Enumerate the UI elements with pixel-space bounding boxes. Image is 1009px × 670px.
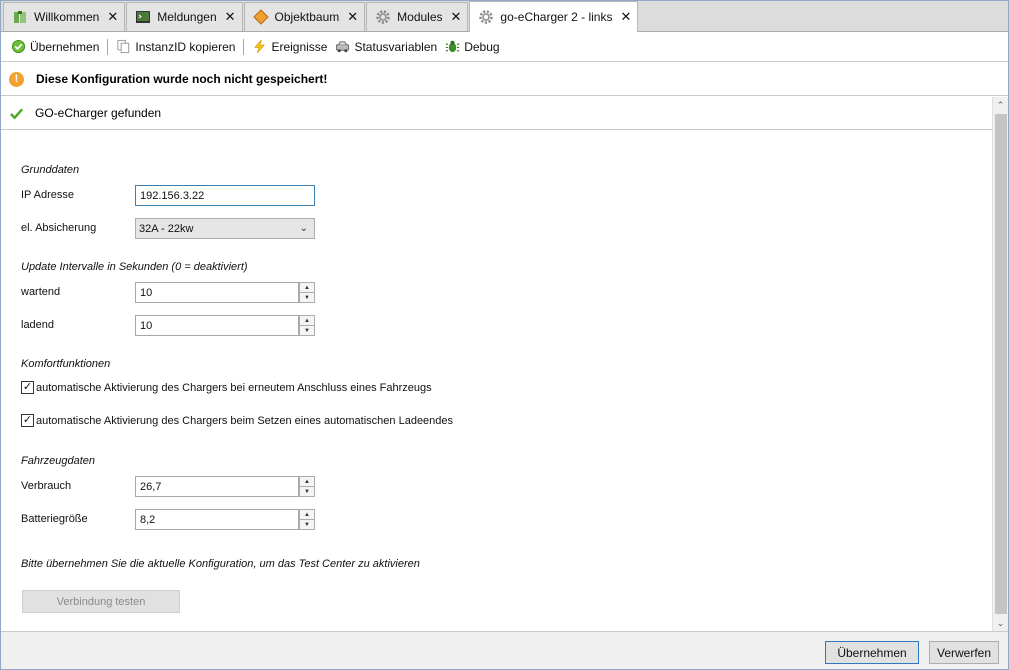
toolbar-divider (243, 38, 245, 55)
debug-button[interactable]: Debug (441, 36, 503, 58)
spin-down-icon[interactable]: ▼ (299, 520, 315, 530)
unsaved-warning-bar: ! Diese Konfiguration wurde noch nicht g… (1, 63, 1008, 96)
tab-objektbaum[interactable]: Objektbaum ✕ (243, 2, 366, 31)
terminal-icon (136, 11, 151, 23)
section-basic-title: Grunddaten (21, 164, 80, 176)
fuse-select-value: 32A - 22kw (139, 222, 194, 235)
gear-icon (376, 10, 390, 24)
tab-label: Objektbaum (274, 10, 340, 24)
configuration-window: Willkommen ✕ Meldungen ✕ Objektbaum ✕ Mo… (0, 0, 1009, 670)
comfort-charge-end-checkbox-row[interactable]: ✓ automatische Aktivierung des Chargers … (21, 414, 453, 427)
consumption-label: Verbrauch (21, 480, 72, 492)
gear-icon (479, 10, 494, 24)
car-icon (336, 41, 350, 53)
close-icon[interactable]: ✕ (347, 9, 358, 25)
charging-interval-label: ladend (21, 319, 55, 331)
events-button[interactable]: Ereignisse (248, 36, 331, 58)
spin-up-icon[interactable]: ▲ (299, 282, 315, 293)
apply-toolbar-button[interactable]: Übernehmen (7, 36, 103, 58)
section-vehicle-title: Fahrzeugdaten (21, 455, 95, 467)
tab-label: Meldungen (157, 10, 217, 24)
fuse-select[interactable]: 32A - 22kw ⌄ (135, 218, 315, 239)
comfort-charge-end-checkbox[interactable]: ✓ (21, 414, 34, 427)
comfort-reconnect-label: automatische Aktivierung des Chargers be… (36, 381, 432, 394)
tab-meldungen[interactable]: Meldungen ✕ (126, 2, 243, 31)
test-connection-button[interactable]: Verbindung testen (22, 590, 180, 613)
waiting-interval-stepper[interactable]: ▲ ▼ (299, 282, 315, 303)
tab-label: Willkommen (34, 10, 100, 24)
dialog-footer: Übernehmen Verwerfen (1, 631, 1008, 669)
charging-interval-stepper[interactable]: ▲ ▼ (299, 315, 315, 336)
device-found-text: GO-eCharger gefunden (35, 106, 162, 120)
debug-label: Debug (464, 39, 500, 54)
close-icon[interactable]: ✕ (225, 9, 236, 25)
scroll-up-icon[interactable]: ⌃ (993, 97, 1008, 113)
consumption-stepper[interactable]: ▲ ▼ (299, 476, 315, 497)
comfort-charge-end-label: automatische Aktivierung des Chargers be… (36, 414, 454, 427)
events-label: Ereignisse (271, 39, 328, 54)
copy-icon (117, 39, 130, 54)
spin-down-icon[interactable]: ▼ (299, 487, 315, 497)
scrollbar-thumb[interactable] (995, 114, 1007, 614)
spin-down-icon[interactable]: ▼ (299, 326, 315, 336)
warning-icon: ! (9, 71, 24, 87)
apply-toolbar-label: Übernehmen (30, 39, 100, 54)
spin-up-icon[interactable]: ▲ (299, 476, 315, 487)
apply-button[interactable]: Übernehmen (825, 641, 919, 664)
spin-down-icon[interactable]: ▼ (299, 293, 315, 303)
waiting-interval-input[interactable] (135, 282, 299, 303)
section-comfort-title: Komfortfunktionen (21, 358, 111, 370)
close-icon[interactable]: ✕ (620, 9, 631, 25)
toolbar: Übernehmen InstanzID kopieren Ereignisse (1, 32, 1008, 62)
charging-interval-input[interactable] (135, 315, 299, 336)
checkmark-icon (10, 107, 24, 119)
battery-size-stepper[interactable]: ▲ ▼ (299, 509, 315, 530)
spin-up-icon[interactable]: ▲ (299, 509, 315, 520)
ip-address-label: IP Adresse (21, 189, 74, 201)
tab-modules[interactable]: Modules ✕ (366, 2, 469, 31)
consumption-input[interactable] (135, 476, 299, 497)
device-found-status: GO-eCharger gefunden (1, 97, 992, 130)
fuse-label: el. Absicherung (21, 222, 97, 234)
chevron-down-icon: ⌄ (299, 223, 308, 234)
comfort-reconnect-checkbox[interactable]: ✓ (21, 381, 34, 394)
check-circle-icon (11, 39, 26, 54)
close-icon[interactable]: ✕ (451, 9, 462, 25)
copy-instance-id-button[interactable]: InstanzID kopieren (112, 36, 239, 58)
bug-icon (445, 40, 460, 53)
vertical-scrollbar[interactable]: ⌃ ⌄ (992, 97, 1008, 631)
scroll-down-icon[interactable]: ⌄ (993, 615, 1008, 631)
tab-label: Modules (397, 10, 443, 24)
warning-text: Diese Konfiguration wurde noch nicht ges… (36, 72, 328, 86)
tab-go-echarger[interactable]: go-eCharger 2 - links ✕ (469, 1, 639, 32)
ip-address-input[interactable] (135, 185, 315, 206)
tab-willkommen[interactable]: Willkommen ✕ (3, 2, 126, 31)
status-variables-label: Statusvariablen (354, 39, 438, 54)
tab-bar: Willkommen ✕ Meldungen ✕ Objektbaum ✕ Mo… (1, 1, 1008, 32)
close-icon[interactable]: ✕ (107, 9, 118, 25)
discard-button[interactable]: Verwerfen (929, 641, 999, 664)
spin-up-icon[interactable]: ▲ (299, 315, 315, 326)
diamond-icon (252, 9, 269, 25)
tab-label: go-eCharger 2 - links (500, 10, 613, 24)
config-form-area: GO-eCharger gefunden Grunddaten IP Adres… (1, 97, 992, 631)
lightning-icon (254, 39, 266, 54)
test-center-hint: Bitte übernehmen Sie die aktuelle Konfig… (21, 558, 420, 570)
status-variables-button[interactable]: Statusvariablen (331, 36, 441, 58)
section-update-title: Update Intervalle in Sekunden (0 = deakt… (21, 261, 248, 273)
battery-size-label: Batteriegröße (21, 513, 88, 525)
copy-instance-id-label: InstanzID kopieren (135, 39, 236, 54)
waiting-interval-label: wartend (21, 286, 61, 298)
toolbar-divider (107, 38, 109, 55)
puzzle-icon (14, 11, 26, 23)
battery-size-input[interactable] (135, 509, 299, 530)
comfort-reconnect-checkbox-row[interactable]: ✓ automatische Aktivierung des Chargers … (21, 381, 432, 394)
